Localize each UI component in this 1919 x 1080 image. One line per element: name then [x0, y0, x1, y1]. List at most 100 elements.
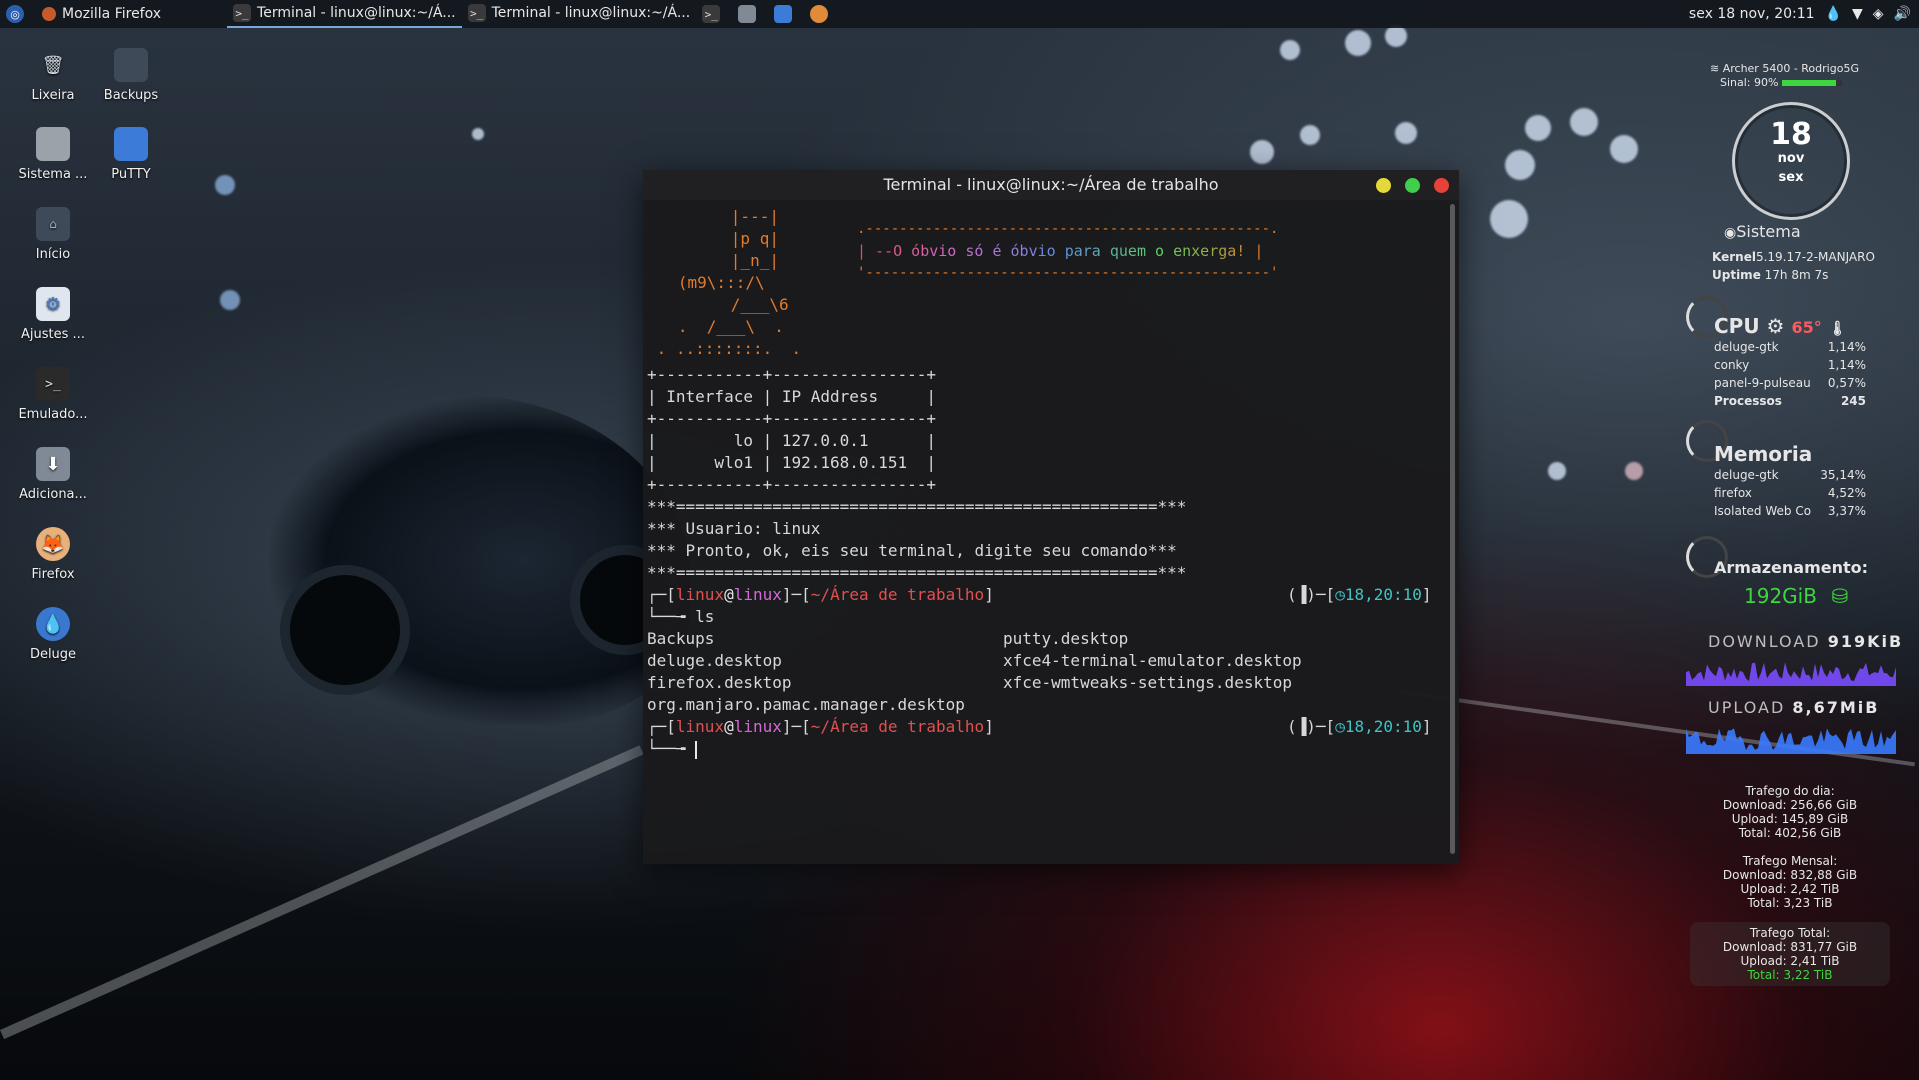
ascii-art-line: |_n_| [673, 251, 779, 270]
upload-graph [1686, 728, 1896, 754]
cpu-title: CPU [1714, 314, 1760, 338]
table-border: +-----------+----------------+ [647, 475, 936, 494]
desktop-icon-ajustes[interactable]: ⚙ Ajustes ... [14, 287, 92, 342]
quote-border-bottom: '---------------------------------------… [857, 265, 1279, 281]
maximize-button[interactable] [1405, 178, 1420, 193]
command-line[interactable]: └──╼ [647, 738, 698, 760]
terminal-titlebar[interactable]: Terminal - linux@linux:~/Área de trabalh… [643, 170, 1459, 200]
desktop-icon-sistema[interactable]: Sistema ... [14, 127, 92, 182]
prompt-time-value: 18,20:10 [1344, 717, 1422, 736]
prompt-at: @ [724, 717, 734, 736]
panel-clock[interactable]: sex 18 nov, 20:11 [1689, 6, 1815, 22]
bokeh [1345, 30, 1371, 56]
process-name: panel-9-pulseau [1714, 376, 1811, 390]
traffic-upload: Upload: 2,42 TiB [1740, 882, 1840, 896]
desktop-icon-inicio[interactable]: ⌂ Início [14, 207, 92, 262]
download-speed: DOWNLOAD 919KiB [1708, 632, 1903, 651]
table-border: +-----------+----------------+ [647, 409, 936, 428]
launcher-firefox[interactable] [804, 0, 840, 28]
terminal-window[interactable]: Terminal - linux@linux:~/Área de trabalh… [643, 170, 1459, 864]
download-graph [1686, 662, 1896, 686]
traffic-download: Download: 831,77 GiB [1722, 940, 1858, 954]
launcher-putty[interactable] [768, 0, 804, 28]
prompt-time-value: 18,20:10 [1344, 585, 1422, 604]
list-item: conky 1,14% [1714, 358, 1866, 376]
terminal-scrollbar[interactable] [1450, 204, 1455, 854]
signal-bar [1781, 80, 1842, 86]
bokeh [1570, 108, 1598, 136]
traffic-title: Trafego do dia: [1745, 784, 1835, 798]
command-text: ls [695, 607, 715, 626]
storage-value: 192GiB [1744, 584, 1817, 608]
desktop-icon-label: Sistema ... [18, 167, 88, 182]
traffic-download: Download: 256,66 GiB [1722, 798, 1858, 812]
launcher-terminal[interactable]: >_ [696, 0, 732, 28]
process-name: deluge-gtk [1714, 468, 1779, 482]
desktop-icon-putty[interactable]: PuTTY [92, 127, 170, 182]
desktop-icon-firefox[interactable]: 🦊 Firefox [14, 527, 92, 582]
download-icon: ⬇ [36, 447, 70, 481]
active-app-name: Mozilla Firefox [62, 6, 162, 22]
ls-item: xfce-wmtweaks-settings.desktop [1003, 673, 1292, 692]
shield-icon[interactable]: ◈ [1873, 6, 1884, 22]
drop-icon[interactable]: 💧 [1825, 6, 1842, 22]
desktop-icon-backups[interactable]: Backups [92, 48, 170, 103]
volume-icon[interactable]: 🔊 [1894, 6, 1911, 22]
desktop-icon-lixeira[interactable]: 🗑 Lixeira [14, 48, 92, 104]
ready-line: *** Pronto, ok, eis seu terminal, digite… [647, 541, 1177, 560]
sistema-title: Sistema [1736, 222, 1801, 241]
traffic-title: Trafego Mensal: [1742, 854, 1838, 868]
traffic-total-box: Trafego Total: Download: 831,77 GiB Uplo… [1690, 922, 1890, 986]
process-name: Isolated Web Co [1714, 504, 1812, 518]
bokeh [1548, 462, 1566, 480]
desktop-icon-adiciona[interactable]: ⬇ Adiciona... [14, 447, 92, 502]
database-icon: ⛁ [1831, 584, 1849, 608]
desktop-icon-label: Firefox [31, 567, 75, 582]
list-item: Isolated Web Co 3,37% [1714, 504, 1866, 522]
table-border: +-----------+----------------+ [647, 365, 936, 384]
menu-button[interactable]: ◎ [0, 0, 36, 28]
ls-item: firefox.desktop [647, 673, 792, 692]
taskbar-terminal-1[interactable]: >_ Terminal - linux@linux:~/Á... [227, 0, 462, 28]
putty-icon [114, 127, 148, 161]
desktop-icon-deluge[interactable]: 💧 Deluge [14, 607, 92, 662]
launcher-files[interactable] [732, 0, 768, 28]
wifi-icon[interactable]: ▼ [1852, 6, 1863, 22]
terminal-output[interactable]: |---| |p q| |_n_| (m9\:::/\ /___\6 . /__… [647, 204, 1445, 860]
traffic-total: Total: 3,23 TiB [1747, 896, 1833, 910]
cpu-temp: 65° [1791, 318, 1822, 337]
prompt-path: ~/Área de trabalho [810, 585, 985, 604]
traffic-upload: Upload: 2,41 TiB [1740, 954, 1840, 968]
processes-count: Processos 245 [1714, 394, 1866, 412]
taskbar-label: Terminal - linux@linux:~/Á... [257, 5, 456, 21]
prompt-host: linux [733, 717, 782, 736]
wallpaper-wheel-front [280, 565, 410, 695]
traffic-upload: Upload: 145,89 GiB [1731, 812, 1849, 826]
prompt-at: @ [724, 585, 734, 604]
user-line: *** Usuario: linux [647, 519, 821, 538]
list-item: firefox 4,52% [1714, 486, 1866, 504]
traffic-total: Total: 402,56 GiB [1738, 826, 1842, 840]
prompt-line: ┌─[linux@linux]─[~/Área de trabalho] [647, 717, 994, 736]
panel-tray: sex 18 nov, 20:11 💧 ▼ ◈ 🔊 [1689, 0, 1911, 28]
taskbar-terminal-2[interactable]: >_ Terminal - linux@linux:~/Á... [462, 0, 697, 28]
upload-value: 8,67MiB [1792, 698, 1880, 717]
kernel-value: 5.19.17-2-MANJARO [1755, 250, 1875, 264]
processes-label: Processos [1714, 394, 1782, 408]
uptime-label: Uptime [1712, 268, 1761, 282]
firefox-launcher[interactable]: Mozilla Firefox [36, 0, 167, 28]
wifi-signal-icon: ≋ [1710, 62, 1720, 75]
wifi-status: ≋ Archer 5400 - Rodrigo5G [1710, 62, 1859, 75]
ascii-art-line: . /___\ . [649, 317, 784, 336]
upload-label: UPLOAD [1708, 698, 1786, 717]
desktop-icon-emulador[interactable]: >_ Emulado... [14, 367, 92, 422]
bokeh [1610, 135, 1638, 163]
minimize-button[interactable] [1376, 178, 1391, 193]
close-button[interactable] [1434, 178, 1449, 193]
signal-value: 90% [1754, 76, 1779, 89]
desktop-icon-label: Início [35, 247, 71, 262]
taskbar-label: Terminal - linux@linux:~/Á... [491, 5, 691, 21]
firefox-icon: 🦊 [36, 527, 70, 561]
signal-bar-fill [1781, 80, 1836, 86]
mem-title: Memoria [1714, 442, 1813, 466]
